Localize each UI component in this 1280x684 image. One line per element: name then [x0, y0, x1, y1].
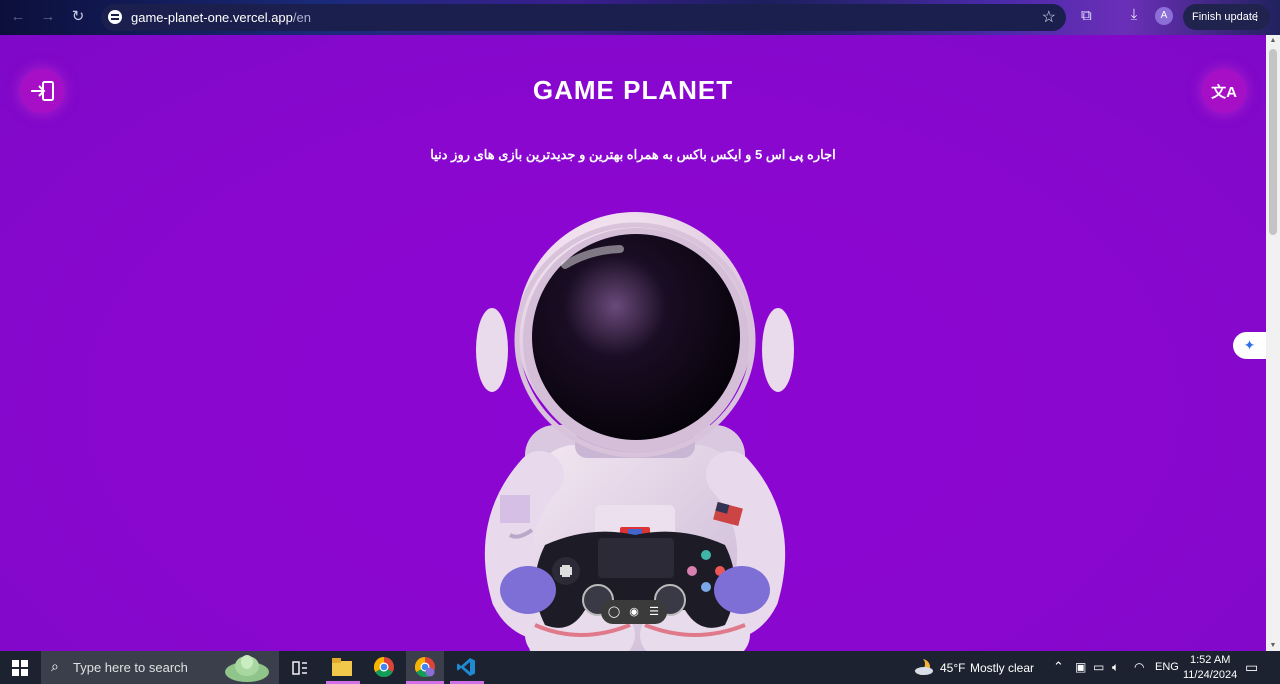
finish-update-button[interactable]: Finish update ⋮: [1183, 4, 1270, 30]
page-title: GAME PLANET: [532, 75, 734, 105]
chrome-icon[interactable]: [374, 657, 394, 677]
clock-date[interactable]: 11/24/2024: [1183, 669, 1237, 681]
notification-icon[interactable]: ▭: [1245, 659, 1258, 676]
chrome-profile-task[interactable]: [406, 651, 444, 684]
menu-lines-icon[interactable]: ☰: [646, 603, 662, 621]
astronaut-gamer-image: [476, 212, 794, 651]
toggle-icon[interactable]: ◉: [626, 603, 642, 621]
wifi-icon[interactable]: ◠: [1134, 660, 1144, 674]
search-highlight-plant-icon: [225, 655, 269, 682]
back-button[interactable]: ←: [7, 7, 29, 27]
url-host: game-planet-one.vercel.app: [131, 10, 293, 25]
meet-now-icon[interactable]: ▣: [1075, 660, 1086, 674]
hidden-icons-chevron-icon[interactable]: ⌃: [1053, 659, 1064, 675]
weather-moon-icon[interactable]: [912, 657, 934, 677]
page-subtitle: اجاره پی اس 5 و ایکس باکس به همراه بهتری…: [430, 147, 836, 162]
scroll-up-icon[interactable]: ▲: [1269, 37, 1277, 44]
search-placeholder: Type here to search: [73, 660, 188, 675]
weather-description[interactable]: Mostly clear: [970, 661, 1034, 675]
scrollbar-thumb[interactable]: [1269, 49, 1277, 235]
file-explorer-icon[interactable]: [332, 658, 352, 676]
page-content: 文A GAME PLANET اجاره پی اس 5 و ایکس باکس…: [0, 35, 1266, 651]
language-indicator[interactable]: ENG: [1155, 661, 1179, 673]
profile-avatar[interactable]: A: [1155, 7, 1173, 25]
volume-icon[interactable]: 🔈︎: [1112, 660, 1119, 675]
browser-toolbar: ← → ↻ game-planet-one.vercel.app/en ☆ ⧉ …: [0, 0, 1280, 35]
windows-start-icon[interactable]: [12, 660, 28, 676]
extensions-icon[interactable]: ⧉: [1081, 7, 1099, 25]
sparkle-drop-icon: ✦: [1243, 337, 1256, 353]
floating-toolbar: ◯ ◉ ☰: [601, 600, 667, 624]
clock-time[interactable]: 1:52 AM: [1190, 654, 1230, 666]
chrome-profile-icon: [415, 657, 435, 677]
task-view-icon[interactable]: [292, 660, 308, 676]
scroll-down-icon[interactable]: ▼: [1269, 642, 1277, 649]
address-bar[interactable]: game-planet-one.vercel.app/en ☆: [101, 4, 1066, 31]
comment-icon[interactable]: ◯: [606, 603, 622, 621]
windows-taskbar: ⌕ Type here to search 45°F Mostly clear …: [0, 651, 1280, 684]
battery-icon[interactable]: ▭: [1093, 660, 1104, 674]
side-assistant-tab[interactable]: ✦: [1233, 332, 1266, 359]
page-scrollbar[interactable]: ▲ ▼: [1266, 35, 1280, 651]
site-info-icon[interactable]: [108, 10, 122, 24]
vscode-icon[interactable]: [456, 657, 476, 677]
forward-button[interactable]: →: [37, 7, 59, 27]
url-path: /en: [292, 10, 311, 25]
reload-button[interactable]: ↻: [67, 7, 89, 27]
download-icon[interactable]: ⤓: [1125, 6, 1143, 26]
weather-temperature[interactable]: 45°F: [940, 661, 965, 675]
taskbar-search[interactable]: ⌕ Type here to search: [41, 651, 279, 684]
search-icon: ⌕: [51, 658, 59, 674]
url-text[interactable]: game-planet-one.vercel.app/en: [131, 10, 311, 25]
bookmark-star-icon[interactable]: ☆: [1042, 7, 1056, 27]
menu-icon: ⋮: [1251, 11, 1262, 23]
